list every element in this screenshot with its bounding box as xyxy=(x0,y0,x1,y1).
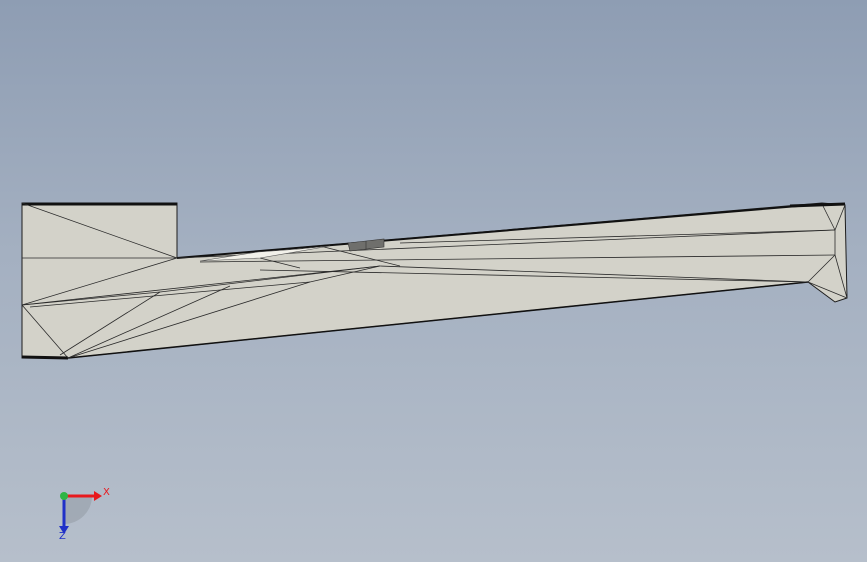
model-edge-bottom xyxy=(21,355,69,360)
model-edge-right-end xyxy=(789,202,846,208)
graphics-viewport[interactable]: X Z xyxy=(0,0,867,562)
axis-triad: X Z xyxy=(40,480,120,550)
x-axis-label: X xyxy=(103,487,110,498)
part-model[interactable] xyxy=(0,0,867,562)
z-axis-label: Z xyxy=(59,531,66,542)
y-axis-icon xyxy=(60,492,68,500)
